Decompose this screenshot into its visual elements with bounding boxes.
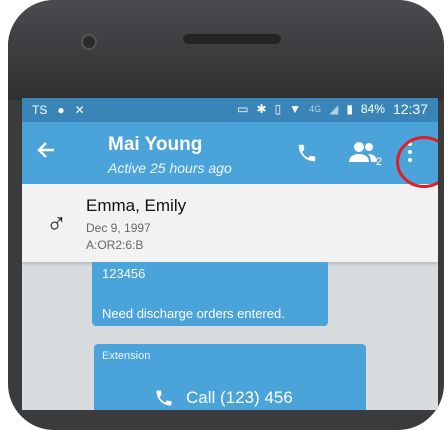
call-extension-label: Call (123) 456 [186, 388, 293, 407]
clock: 12:37 [392, 101, 428, 117]
phone-call-icon[interactable] [296, 142, 318, 164]
battery-icon: ▮ [346, 102, 353, 116]
overflow-menu-icon[interactable] [406, 140, 414, 166]
conversation-title: Mai Young [108, 134, 203, 155]
patient-location: A:OR2:6:B [86, 238, 144, 252]
notification-icon: ✕ [74, 103, 85, 117]
wifi-icon: ▼ [289, 102, 302, 116]
network-type: 4G [309, 104, 322, 114]
ts-icon: TS [32, 103, 48, 117]
patient-dob: Dec 9, 1997 [86, 221, 151, 235]
app-bar: Mai Young Active 25 hours ago 2 [22, 122, 438, 184]
message-number: 123456 [102, 266, 146, 281]
call-extension-link[interactable]: Call (123) 456 [154, 388, 293, 408]
signal-icon: ◢ [329, 102, 339, 116]
bluetooth-icon: ✱ [256, 102, 267, 116]
status-bar: TS ● ✕ ▭ ✱ ▯ ▼ 4G ◢ ▮ 84% 12:37 [22, 98, 438, 122]
patient-name: Emma, Emily [86, 196, 187, 215]
phone-call-icon [154, 388, 174, 408]
phone-bezel-top [8, 0, 444, 100]
earpiece-speaker [183, 34, 281, 44]
back-arrow-icon[interactable] [36, 140, 56, 160]
message-text: Need discharge orders entered. [102, 306, 285, 321]
message-bubble[interactable]: 123456 Need discharge orders entered. [92, 262, 328, 326]
phone-screen: TS ● ✕ ▭ ✱ ▯ ▼ 4G ◢ ▮ 84% 12:37 Mai Youn… [22, 98, 438, 410]
android-icon: ● [57, 103, 65, 117]
cast-icon: ▭ [237, 102, 249, 116]
status-bar-left: TS ● ✕ [32, 103, 85, 117]
status-bar-right: ▭ ✱ ▯ ▼ 4G ◢ ▮ 84% 12:37 [237, 102, 428, 116]
front-camera [83, 36, 95, 48]
extension-bubble[interactable]: Extension Call (123) 456 [94, 344, 366, 410]
extension-label: Extension [102, 350, 151, 362]
battery-level: 84% [360, 102, 385, 116]
participants-count: 2 [376, 156, 383, 168]
active-status: Active 25 hours ago [108, 160, 232, 176]
patient-header[interactable]: ♂ Emma, Emily Dec 9, 1997 A:OR2:6:B [22, 184, 438, 262]
male-gender-icon: ♂ [46, 208, 67, 239]
vibrate-icon: ▯ [274, 102, 282, 116]
